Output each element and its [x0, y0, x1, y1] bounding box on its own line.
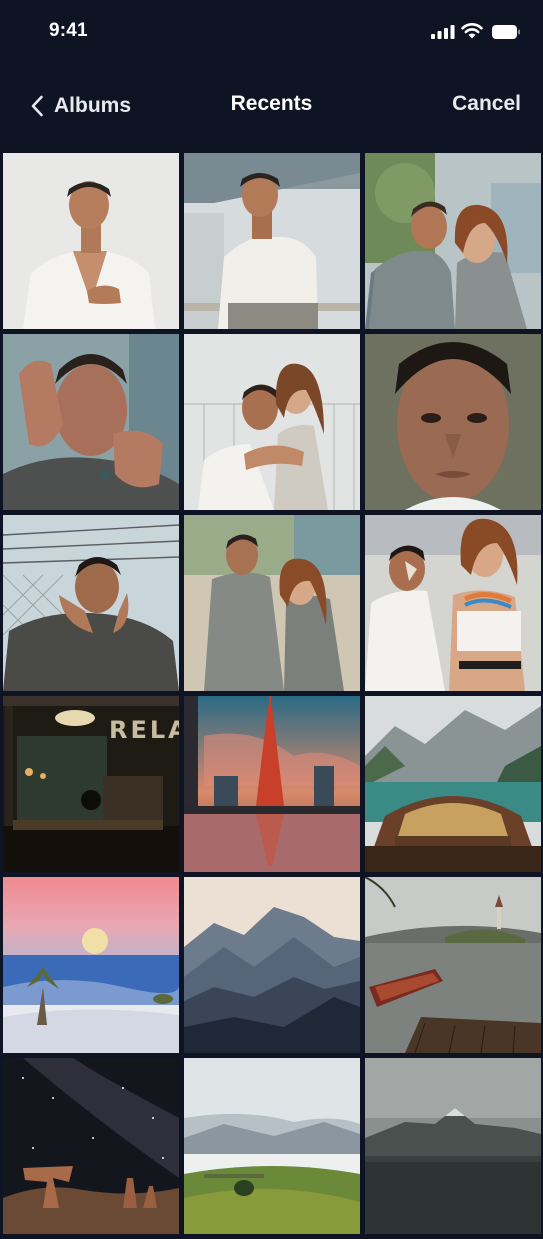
photo-thumbnail[interactable]: [365, 1058, 541, 1234]
photo-thumbnail[interactable]: [184, 334, 360, 510]
photo-image: [365, 696, 541, 872]
photo-image: [3, 334, 179, 510]
photo-image: [365, 1058, 541, 1234]
battery-icon: [492, 25, 520, 39]
wifi-icon: [461, 23, 483, 39]
photo-thumbnail[interactable]: [3, 334, 179, 510]
photo-image: [365, 153, 541, 329]
photo-thumbnail[interactable]: [3, 153, 179, 329]
photo-image: [365, 515, 541, 691]
photo-thumbnail[interactable]: [184, 877, 360, 1053]
photo-image: [365, 877, 541, 1053]
photo-thumbnail[interactable]: [365, 877, 541, 1053]
photo-thumbnail[interactable]: [365, 334, 541, 510]
photo-image: [184, 877, 360, 1053]
photo-image: [3, 515, 179, 691]
relax-sign: RELAX.: [109, 716, 179, 744]
photo-thumbnail[interactable]: [3, 877, 179, 1053]
photo-image: [184, 153, 360, 329]
photo-thumbnail[interactable]: [184, 696, 360, 872]
navigation-bar: Albums Recents Cancel: [0, 62, 543, 150]
cancel-button[interactable]: Cancel: [452, 92, 521, 116]
photo-image: RELAX.: [3, 696, 179, 872]
photo-thumbnail[interactable]: [365, 696, 541, 872]
photo-image: [365, 334, 541, 510]
photo-thumbnail[interactable]: [184, 153, 360, 329]
photo-thumbnail[interactable]: [365, 153, 541, 329]
signal-icon: [431, 25, 455, 39]
photo-thumbnail[interactable]: [365, 515, 541, 691]
photo-image: [184, 1058, 360, 1234]
photo-thumbnail[interactable]: [3, 1058, 179, 1234]
photo-image: [3, 1058, 179, 1234]
photo-image: [3, 877, 179, 1053]
photo-image: [184, 334, 360, 510]
photo-grid: RELAX.: [3, 153, 541, 1234]
photo-image: [184, 696, 360, 872]
photo-image: [184, 515, 360, 691]
status-bar: 9:41: [0, 0, 543, 62]
status-time: 9:41: [49, 20, 88, 41]
photo-thumbnail[interactable]: [184, 515, 360, 691]
photo-thumbnail[interactable]: [184, 1058, 360, 1234]
photo-thumbnail[interactable]: [3, 515, 179, 691]
photo-thumbnail[interactable]: RELAX.: [3, 696, 179, 872]
photo-picker-screen: 9:41 Albums Recents Cancel REL: [0, 0, 543, 1239]
photo-image: [3, 153, 179, 329]
